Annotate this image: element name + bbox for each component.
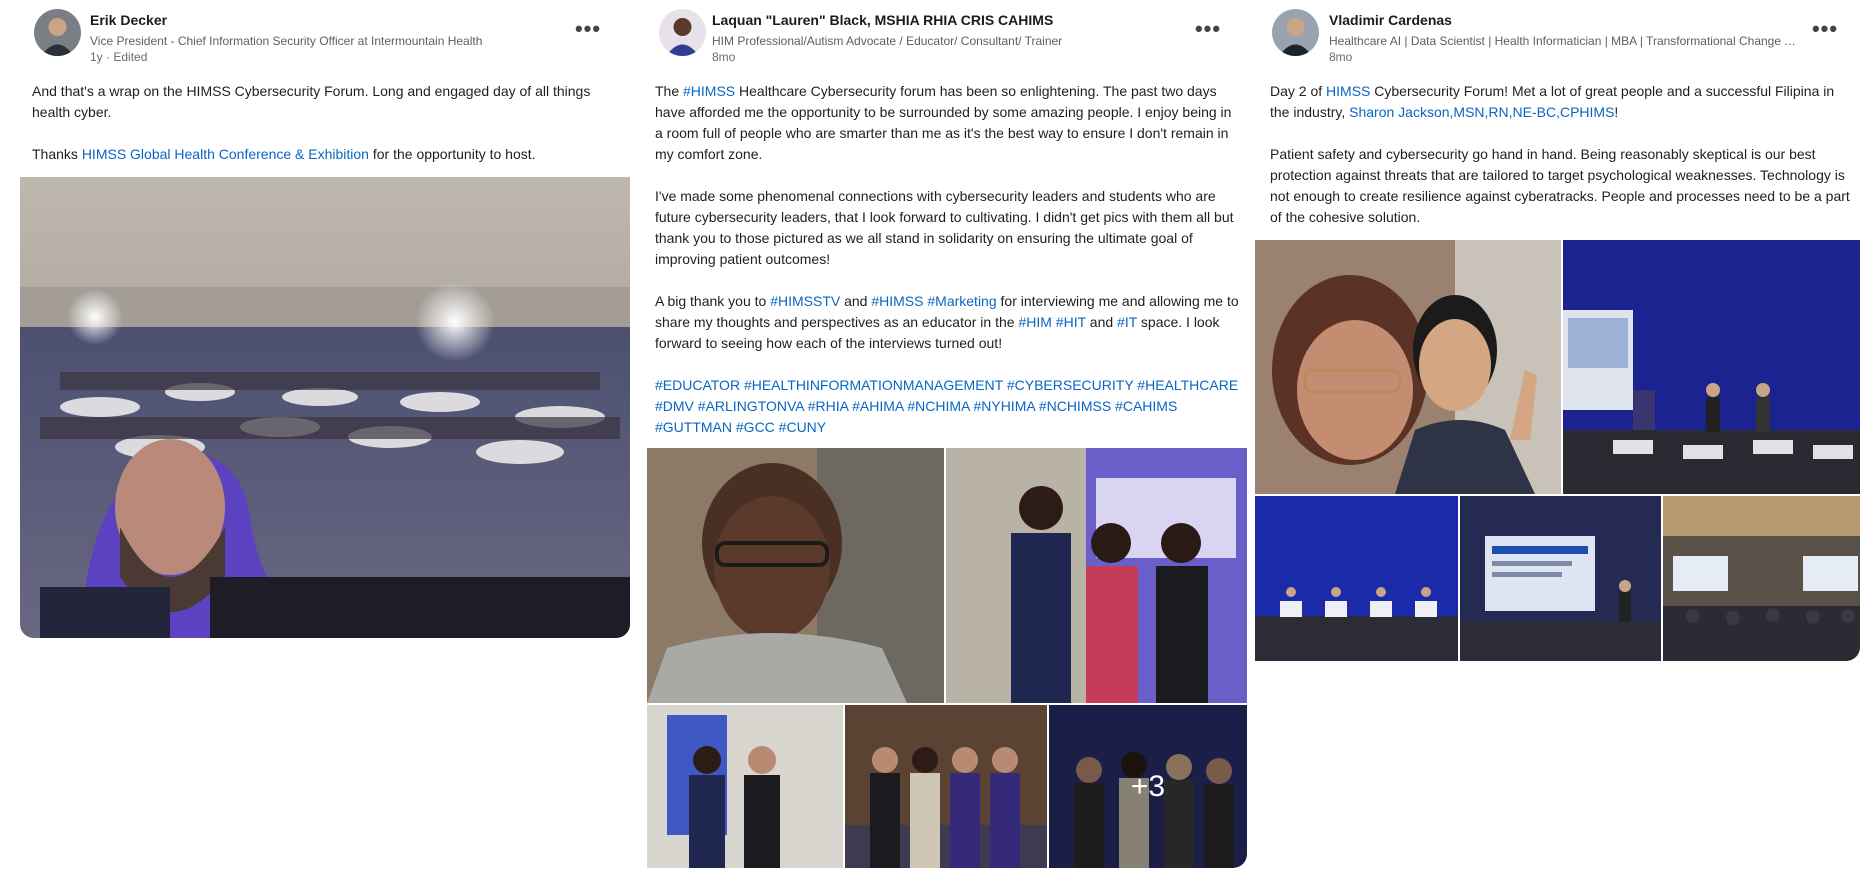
text-segment: A big thank you to [655, 293, 771, 309]
post-image-5[interactable] [1663, 496, 1860, 661]
post-image-2[interactable] [1563, 240, 1860, 494]
selfie-photo [647, 448, 944, 703]
author-name[interactable]: Erik Decker [90, 12, 167, 28]
text-segment: ! [1614, 104, 1619, 120]
more-options-button[interactable]: ••• [1808, 12, 1842, 46]
post-paragraph: The #HIMSS Healthcare Cybersecurity foru… [655, 81, 1242, 165]
more-options-button[interactable]: ••• [1191, 12, 1225, 46]
conference-hall-selfie-photo [20, 177, 630, 638]
hashtag-link[interactable]: #IT [1117, 314, 1137, 330]
hashtag-link[interactable]: #HIM #HIT [1018, 314, 1085, 330]
post-image-2[interactable] [946, 448, 1247, 703]
post-text: And that's a wrap on the HIMSS Cybersecu… [32, 81, 612, 165]
two-person-photo [647, 705, 843, 868]
post-image-3[interactable] [1255, 496, 1458, 661]
presentation-screen-photo [1460, 496, 1661, 661]
avatar[interactable] [1272, 9, 1319, 56]
hashtag-link[interactable]: HIMSS [1326, 83, 1370, 99]
author-name[interactable]: Laquan "Lauren" Black, MSHIA RHIA CRIS C… [712, 12, 1053, 28]
group-of-four-photo [845, 705, 1047, 868]
post-text: The #HIMSS Healthcare Cybersecurity foru… [655, 81, 1242, 438]
text-segment: The [655, 83, 684, 99]
post-header: Erik Decker Vice President - Chief Infor… [20, 0, 630, 70]
edited-label: Edited [113, 50, 148, 64]
more-options-button[interactable]: ••• [571, 12, 605, 46]
post-image-4[interactable] [1460, 496, 1661, 661]
post-image-1[interactable] [1255, 240, 1561, 494]
text-segment: and [840, 293, 872, 309]
post-paragraph: Patient safety and cybersecurity go hand… [1270, 146, 1850, 225]
post-card-erik-decker: Erik Decker Vice President - Chief Infor… [20, 0, 630, 638]
stage-presentation-photo [1563, 240, 1860, 494]
author-headline: HIM Professional/Autism Advocate / Educa… [712, 34, 1063, 48]
post-paragraph: I've made some phenomenal connections wi… [655, 188, 1234, 267]
hashtag-link[interactable]: #HIMSSTV [770, 293, 840, 309]
post-header: Vladimir Cardenas Healthcare AI | Data S… [1255, 0, 1860, 70]
mention-link[interactable]: Sharon Jackson,MSN,RN,NE-BC,CPHIMS [1349, 104, 1614, 120]
post-time: 8mo [712, 50, 736, 64]
group-photo-registration [946, 448, 1247, 703]
text-segment: for the opportunity to host. [368, 146, 536, 162]
panel-stage-photo [1255, 496, 1458, 661]
post-card-vladimir-cardenas: Vladimir Cardenas Healthcare AI | Data S… [1255, 0, 1860, 661]
post-paragraph: Day 2 of HIMSS Cybersecurity Forum! Met … [1270, 81, 1857, 123]
hashtag-list[interactable]: #EDUCATOR #HEALTHINFORMATIONMANAGEMENT #… [655, 375, 1242, 438]
selfie-photo [1255, 240, 1561, 494]
post-meta: 1y · Edited [90, 50, 147, 64]
text-segment: Day 2 of [1270, 83, 1327, 99]
avatar[interactable] [659, 9, 706, 56]
post-text: Day 2 of HIMSS Cybersecurity Forum! Met … [1270, 81, 1857, 228]
author-name[interactable]: Vladimir Cardenas [1329, 12, 1452, 28]
hashtag-link[interactable]: #HIMSS [683, 83, 735, 99]
post-image-4[interactable] [845, 705, 1047, 868]
avatar[interactable] [34, 9, 81, 56]
mention-link[interactable]: HIMSS Global Health Conference & Exhibit… [82, 146, 369, 162]
author-headline: Healthcare AI | Data Scientist | Health … [1329, 34, 1799, 48]
audience-hall-photo [1663, 496, 1860, 661]
text-segment: Thanks [32, 146, 82, 162]
post-card-laquan-black: Laquan "Lauren" Black, MSHIA RHIA CRIS C… [647, 0, 1247, 868]
post-header: Laquan "Lauren" Black, MSHIA RHIA CRIS C… [647, 0, 1247, 70]
post-image-3[interactable] [647, 705, 843, 868]
post-time: 1y [90, 50, 103, 64]
text-segment: Healthcare Cybersecurity forum has been … [655, 83, 1232, 162]
post-time: 8mo [1329, 50, 1353, 64]
post-paragraph: Thanks HIMSS Global Health Conference & … [32, 144, 612, 165]
text-segment: and [1085, 314, 1118, 330]
author-headline: Vice President - Chief Information Secur… [90, 34, 483, 48]
post-paragraph: A big thank you to #HIMSSTV and #HIMSS #… [655, 291, 1242, 354]
post-paragraph: And that's a wrap on the HIMSS Cybersecu… [32, 83, 591, 120]
post-image-5[interactable]: +3 [1049, 705, 1247, 868]
more-photos-overlay[interactable]: +3 [1049, 705, 1247, 868]
post-image[interactable] [20, 177, 630, 638]
hashtag-link[interactable]: #HIMSS #Marketing [871, 293, 996, 309]
post-image-1[interactable] [647, 448, 944, 703]
